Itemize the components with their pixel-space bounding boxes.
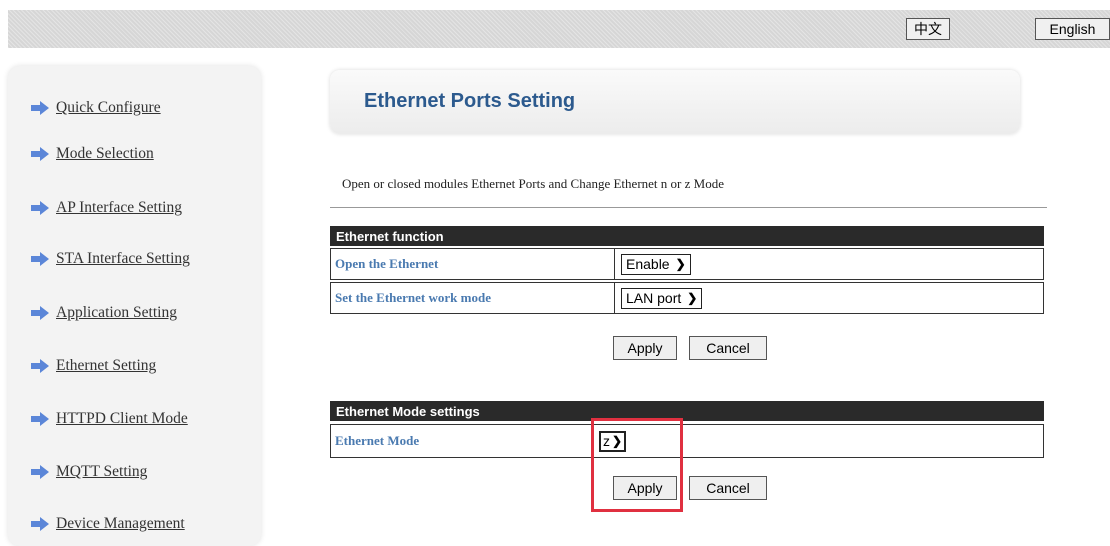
arrow-right-icon (31, 306, 49, 320)
sidebar-item-application[interactable]: Application Setting (30, 301, 177, 325)
sidebar-item-label[interactable]: Mode Selection (56, 145, 154, 163)
open-ethernet-select[interactable]: Enable ❯ (621, 253, 691, 275)
sidebar-item-quick-configure[interactable]: Quick Configure (30, 96, 161, 120)
divider (330, 207, 1047, 208)
sidebar-item-mqtt[interactable]: MQTT Setting (30, 460, 147, 484)
arrow-right-icon (31, 517, 49, 531)
ethernet-function-cancel-button[interactable]: Cancel (689, 336, 767, 360)
title-panel: Ethernet Ports Setting (330, 70, 1020, 134)
chevron-down-icon: ❯ (675, 257, 686, 271)
open-ethernet-value: Enable (626, 256, 670, 272)
language-chinese-button[interactable]: 中文 (906, 18, 950, 40)
sidebar-item-label[interactable]: Quick Configure (56, 99, 161, 117)
sidebar-item-label[interactable]: Application Setting (56, 304, 177, 322)
open-ethernet-label: Open the Ethernet (331, 249, 615, 279)
sidebar-item-sta-interface[interactable]: STA Interface Setting (30, 247, 190, 271)
arrow-right-icon (31, 252, 49, 266)
highlight-annotation-box (591, 418, 683, 512)
chevron-down-icon: ❯ (687, 291, 698, 305)
sidebar-item-label[interactable]: AP Interface Setting (56, 199, 182, 217)
top-bar: 中文 English (8, 10, 1110, 48)
sidebar-item-label[interactable]: HTTPD Client Mode (56, 410, 188, 428)
sidebar-item-label[interactable]: STA Interface Setting (56, 250, 190, 268)
ethernet-function-header: Ethernet function (330, 226, 1044, 246)
sidebar-item-mode-selection[interactable]: Mode Selection (30, 142, 154, 166)
sidebar-item-label[interactable]: MQTT Setting (56, 463, 147, 481)
arrow-right-icon (31, 465, 49, 479)
sidebar-item-ethernet[interactable]: Ethernet Setting (30, 354, 156, 378)
language-english-button[interactable]: English (1035, 18, 1110, 40)
table-row-work-mode: Set the Ethernet work mode LAN port ❯ (330, 282, 1044, 314)
ethernet-mode-cancel-button[interactable]: Cancel (689, 476, 767, 500)
sidebar-item-label[interactable]: Ethernet Setting (56, 357, 156, 375)
sidebar-item-device-management[interactable]: Device Management (30, 512, 185, 536)
page-description: Open or closed modules Ethernet Ports an… (342, 176, 724, 191)
arrow-right-icon (31, 147, 49, 161)
work-mode-label: Set the Ethernet work mode (331, 283, 615, 313)
work-mode-value: LAN port (626, 290, 682, 306)
ethernet-mode-label: Ethernet Mode (331, 425, 593, 457)
ethernet-mode-header: Ethernet Mode settings (330, 401, 1044, 421)
work-mode-select[interactable]: LAN port ❯ (621, 287, 703, 309)
arrow-right-icon (31, 412, 49, 426)
sidebar-item-ap-interface[interactable]: AP Interface Setting (30, 196, 182, 220)
arrow-right-icon (31, 101, 49, 115)
page-title: Ethernet Ports Setting (364, 90, 576, 112)
ethernet-function-apply-button[interactable]: Apply (613, 336, 677, 360)
sidebar-item-httpd-client[interactable]: HTTPD Client Mode (30, 407, 188, 431)
table-row-ethernet-mode: Ethernet Mode z ❯ (330, 424, 1044, 458)
sidebar-item-label[interactable]: Device Management (56, 515, 185, 533)
arrow-right-icon (31, 359, 49, 373)
table-row-open-ethernet: Open the Ethernet Enable ❯ (330, 248, 1044, 280)
arrow-right-icon (31, 201, 49, 215)
